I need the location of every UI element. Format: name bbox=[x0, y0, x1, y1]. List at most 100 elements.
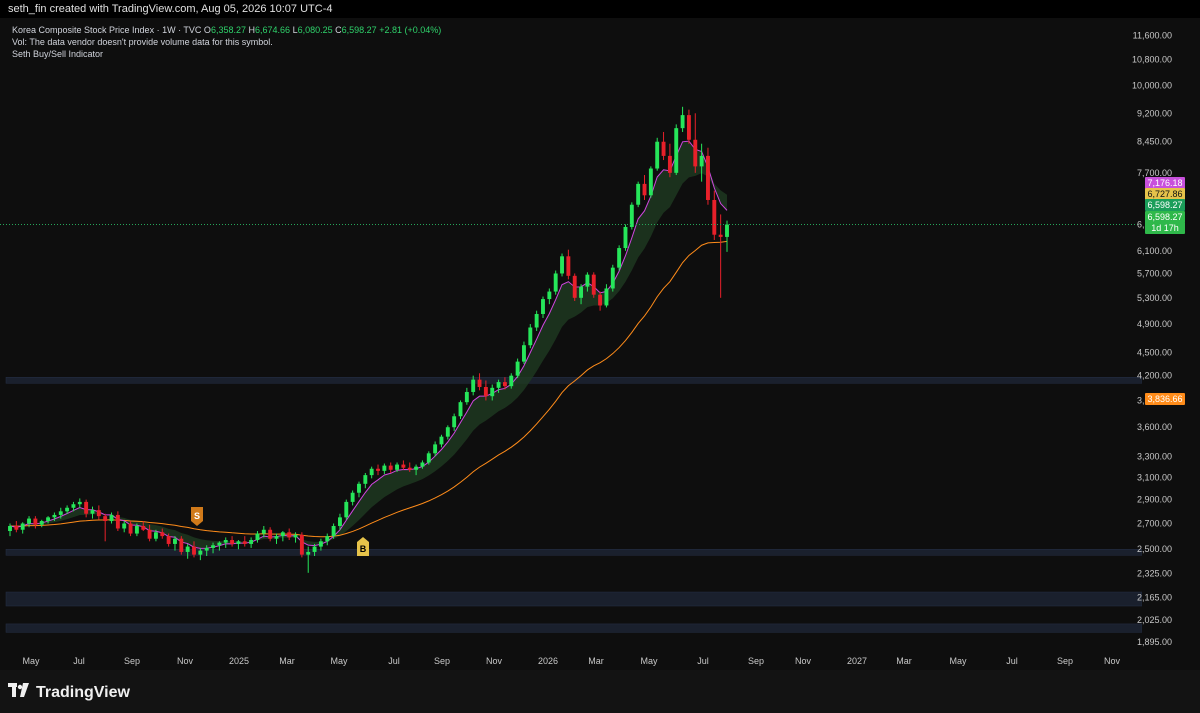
x-tick-label: Jul bbox=[388, 656, 400, 666]
candle-body bbox=[134, 525, 139, 534]
candle-up bbox=[604, 284, 609, 308]
candle-body bbox=[598, 294, 603, 306]
y-tick-label: 8,450.00 bbox=[1137, 137, 1172, 147]
candle-body bbox=[579, 286, 584, 298]
candle-up bbox=[636, 181, 641, 208]
candle-up bbox=[623, 224, 628, 251]
footer-bar bbox=[0, 670, 1200, 713]
y-tick-label: 2,500.00 bbox=[1137, 544, 1172, 554]
candle-body bbox=[185, 546, 190, 552]
candle-body bbox=[128, 523, 133, 534]
candle-body bbox=[122, 523, 127, 529]
legend-volume-note: Vol: The data vendor doesn't provide vol… bbox=[12, 37, 273, 47]
candle-body bbox=[160, 532, 165, 537]
candle-body bbox=[395, 464, 400, 470]
x-tick-label: Sep bbox=[1057, 656, 1073, 666]
moving-averages bbox=[9, 140, 728, 549]
y-tick-label: 7,700.00 bbox=[1137, 168, 1172, 178]
candle-up bbox=[528, 324, 533, 349]
candle-body bbox=[680, 115, 685, 129]
y-tick-label: 9,200.00 bbox=[1137, 108, 1172, 118]
price-tag-label: 6,727.86 bbox=[1147, 189, 1182, 199]
candle-body bbox=[706, 155, 710, 200]
candle-up bbox=[674, 124, 679, 176]
legend-indicator: Seth Buy/Sell Indicator bbox=[12, 49, 104, 59]
candle-down bbox=[661, 131, 666, 161]
x-tick-label: Mar bbox=[279, 656, 295, 666]
x-tick-label: Nov bbox=[795, 656, 812, 666]
candle-up bbox=[369, 466, 374, 479]
x-tick-label: Nov bbox=[1104, 656, 1121, 666]
candle-body bbox=[382, 465, 387, 471]
y-tick-label: 10,800.00 bbox=[1132, 55, 1172, 65]
candle-up bbox=[20, 522, 25, 534]
candle-up bbox=[236, 540, 241, 550]
candle-down bbox=[103, 513, 108, 542]
y-tick-label: 2,025.00 bbox=[1137, 615, 1172, 625]
price-chart[interactable]: S B 11,600.00 10,800.00 10,000.00 9,200.00 8,… bbox=[0, 0, 1200, 713]
candle-up bbox=[464, 387, 469, 405]
tradingview-brand[interactable]: TradingView bbox=[8, 683, 130, 702]
candle-body bbox=[490, 387, 495, 397]
y-tick-label: 2,900.00 bbox=[1137, 495, 1172, 505]
candle-down bbox=[712, 190, 717, 240]
candle-body bbox=[655, 141, 660, 169]
candle-up bbox=[655, 137, 660, 171]
candle-down bbox=[388, 462, 393, 473]
candle-body bbox=[77, 501, 82, 505]
candle-up bbox=[261, 525, 266, 538]
candle-down bbox=[686, 109, 691, 144]
candle-body bbox=[509, 375, 514, 387]
candle-body bbox=[65, 507, 70, 512]
legend-change: +2.81 (+0.04%) bbox=[379, 25, 442, 35]
candle-body bbox=[439, 436, 444, 445]
candle-down bbox=[667, 143, 672, 178]
candle-up bbox=[515, 358, 520, 379]
candle-body bbox=[433, 444, 438, 454]
candle-body bbox=[357, 483, 361, 493]
candle-up bbox=[617, 245, 622, 271]
x-tick-label: Nov bbox=[486, 656, 503, 666]
legend-symbol: Korea Composite Stock Price Index · 1W ·… bbox=[12, 25, 202, 35]
candle-body bbox=[477, 379, 482, 387]
price-tag: 6,727.86 bbox=[1145, 188, 1185, 200]
candle-body bbox=[553, 273, 558, 292]
candle-up bbox=[452, 413, 457, 431]
candle-body bbox=[192, 546, 196, 555]
candle-body bbox=[242, 541, 247, 544]
candle-down bbox=[566, 249, 571, 280]
x-tick-label: May bbox=[949, 656, 967, 666]
candle-body bbox=[534, 313, 539, 328]
candle-body bbox=[369, 468, 374, 476]
y-tick-label: 2,325.00 bbox=[1137, 569, 1172, 579]
candle-body bbox=[173, 538, 177, 544]
candle-body bbox=[318, 541, 323, 547]
candle-down bbox=[706, 147, 710, 205]
candle-body bbox=[629, 204, 634, 227]
candle-body bbox=[344, 501, 349, 518]
candle-body bbox=[401, 464, 406, 468]
candle-body bbox=[96, 510, 101, 517]
candle-body bbox=[350, 492, 355, 502]
candle-body bbox=[610, 267, 615, 289]
x-tick-label: May bbox=[640, 656, 658, 666]
candle-body bbox=[515, 361, 520, 376]
candle-body bbox=[39, 521, 44, 525]
candle-up bbox=[541, 296, 545, 318]
candle-down bbox=[572, 273, 577, 301]
legend-line-1: Korea Composite Stock Price Index · 1W ·… bbox=[12, 24, 441, 36]
candle-body bbox=[198, 550, 203, 555]
candle-body bbox=[591, 274, 596, 295]
candle-body bbox=[255, 533, 260, 541]
x-tick-label: Nov bbox=[177, 656, 194, 666]
price-tag: 7,176.18 bbox=[1145, 177, 1185, 189]
candle-up bbox=[109, 512, 114, 524]
candle-up bbox=[610, 264, 615, 292]
candle-body bbox=[204, 547, 209, 551]
candle-up bbox=[122, 521, 127, 533]
y-tick-label: 6,100.00 bbox=[1137, 246, 1172, 256]
candle-up bbox=[77, 498, 82, 508]
candle-body bbox=[522, 345, 526, 362]
candle-down bbox=[179, 536, 184, 555]
candle-body bbox=[667, 155, 672, 173]
